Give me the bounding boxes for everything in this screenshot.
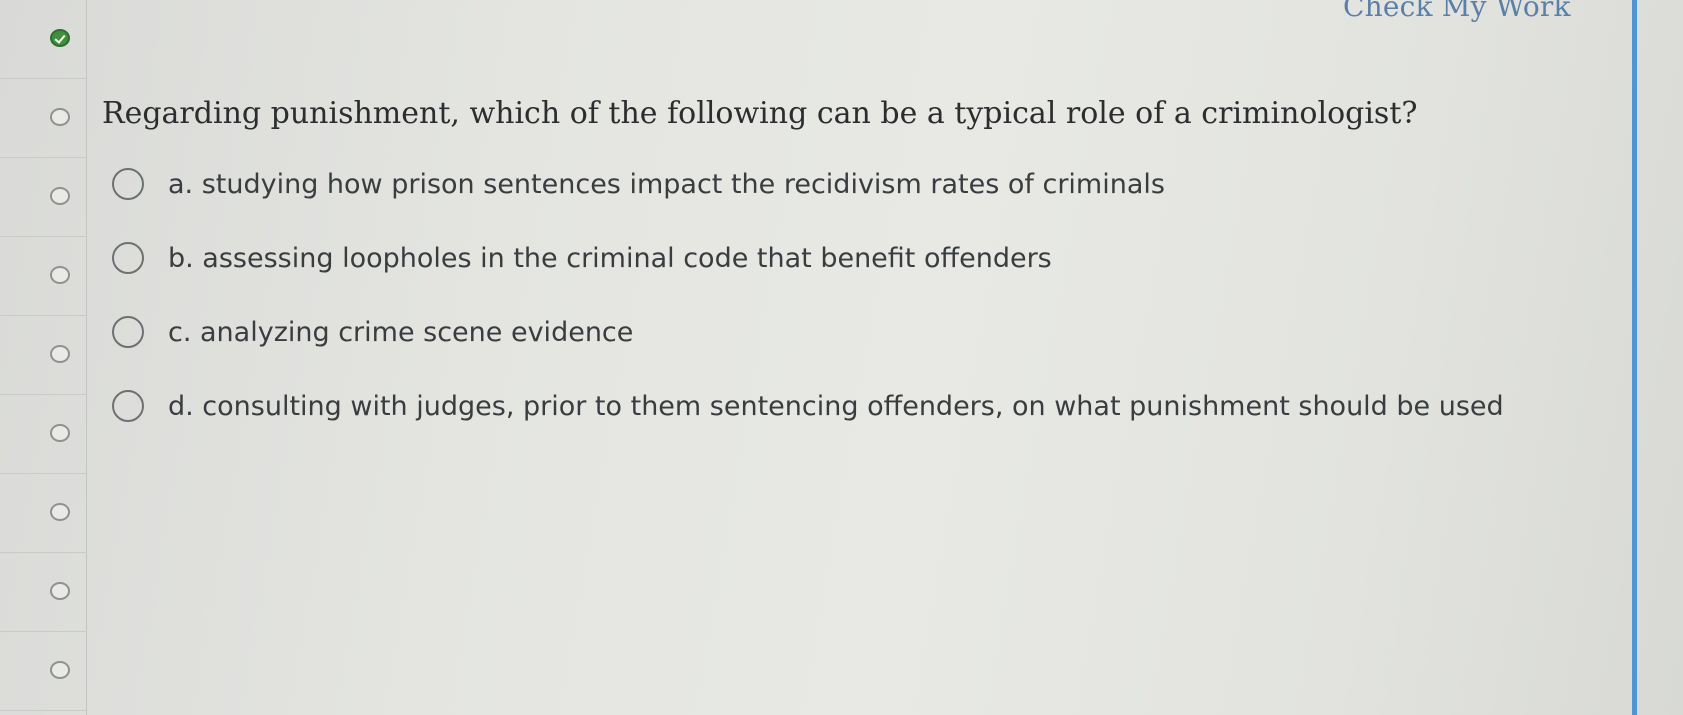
- nav-question-1[interactable]: [0, 0, 86, 79]
- answer-option-c[interactable]: c. analyzing crime scene evidence: [112, 310, 633, 354]
- right-accent-border: [1632, 0, 1637, 715]
- nav-question-3[interactable]: [0, 158, 86, 237]
- answer-option-b[interactable]: b. assessing loopholes in the criminal c…: [112, 236, 1052, 280]
- question-navigation-sidebar: [0, 0, 87, 715]
- unanswered-circle-icon: [50, 187, 70, 205]
- check-my-work-link[interactable]: Check My Work: [1343, 0, 1571, 23]
- radio-button-c[interactable]: [112, 316, 144, 348]
- unanswered-circle-icon: [50, 582, 70, 600]
- answer-option-label: b. assessing loopholes in the criminal c…: [168, 242, 1052, 274]
- unanswered-circle-icon: [50, 266, 70, 284]
- nav-question-5[interactable]: [0, 316, 86, 395]
- unanswered-circle-icon: [50, 108, 70, 126]
- nav-question-4[interactable]: [0, 237, 86, 316]
- answer-option-d[interactable]: d. consulting with judges, prior to them…: [112, 384, 1504, 428]
- radio-button-a[interactable]: [112, 168, 144, 200]
- answer-option-label: a. studying how prison sentences impact …: [168, 168, 1165, 200]
- nav-question-6[interactable]: [0, 395, 86, 474]
- radio-button-b[interactable]: [112, 242, 144, 274]
- radio-button-d[interactable]: [112, 390, 144, 422]
- nav-question-9[interactable]: [0, 632, 86, 711]
- unanswered-circle-icon: [50, 661, 70, 679]
- unanswered-circle-icon: [50, 345, 70, 363]
- unanswered-circle-icon: [50, 503, 70, 521]
- nav-question-2[interactable]: [0, 79, 86, 158]
- answer-option-label: d. consulting with judges, prior to them…: [168, 390, 1504, 422]
- answer-option-label: c. analyzing crime scene evidence: [168, 316, 634, 348]
- nav-question-8[interactable]: [0, 553, 86, 632]
- nav-question-7[interactable]: [0, 474, 86, 553]
- completed-check-icon: [50, 29, 70, 47]
- unanswered-circle-icon: [50, 424, 70, 442]
- question-text: Regarding punishment, which of the follo…: [102, 96, 1418, 131]
- answer-option-a[interactable]: a. studying how prison sentences impact …: [112, 162, 1165, 206]
